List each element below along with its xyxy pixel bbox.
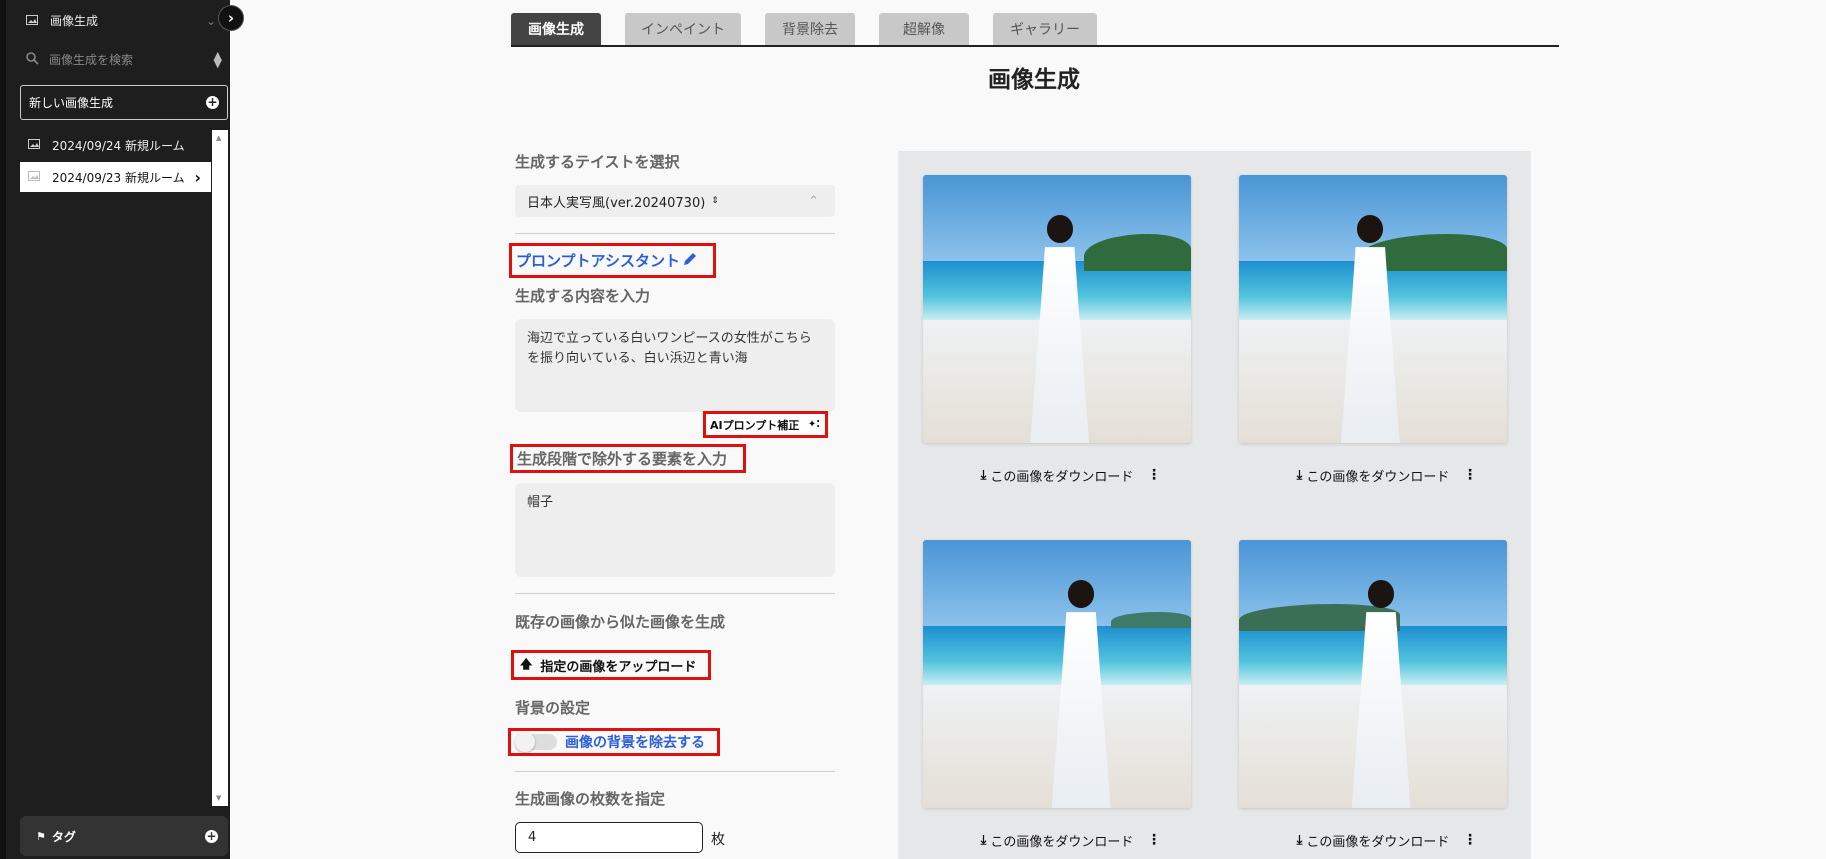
new-button-label: 新しい画像生成: [29, 96, 114, 110]
upload-label: 指定の画像をアップロード: [540, 659, 697, 675]
ai-fix-label: AIプロンプト補正: [710, 418, 800, 432]
count-unit: 枚: [711, 832, 725, 848]
room-label: 2024/09/24 新規ルーム: [52, 138, 185, 153]
remove-background-label: 画像の背景を除去する: [565, 735, 705, 751]
download-row: ⤓ この画像をダウンロード ⋮: [1239, 830, 1507, 850]
prompt-textarea[interactable]: 海辺で立っている白いワンピースの女性がこちらを振り向いている、白い浜辺と青い海: [515, 319, 835, 412]
tab-super-resolution[interactable]: 超解像: [879, 13, 969, 45]
sidebar-collapse-button[interactable]: ›: [218, 5, 244, 31]
sidebar-section-header[interactable]: 画像生成 ⌄: [26, 12, 216, 29]
download-link[interactable]: この画像をダウンロード: [990, 831, 1133, 850]
generated-image[interactable]: [1239, 175, 1507, 443]
download-link[interactable]: この画像をダウンロード: [990, 466, 1133, 485]
remove-background-toggle[interactable]: 画像の背景を除去する: [508, 728, 720, 756]
generated-image-gallery: ⤓ この画像をダウンロード ⋮ ⤓ この画像をダウンロード ⋮ ⤓ この画像をダ…: [898, 151, 1531, 859]
more-vert-icon[interactable]: ⋮: [1463, 832, 1477, 848]
tag-label: タグ: [51, 829, 76, 844]
pencil-icon: [682, 251, 698, 271]
exclude-section-title: 生成段階で除外する要素を入力: [510, 444, 746, 473]
room-item[interactable]: 2024/09/24 新規ルーム: [20, 130, 211, 160]
download-link[interactable]: この画像をダウンロード: [1306, 831, 1449, 850]
room-list: 2024/09/24 新規ルーム 2024/09/23 新規ルーム ›: [20, 130, 211, 806]
download-row: ⤓ この画像をダウンロード ⋮: [1239, 465, 1507, 485]
upload-icon: 🡅: [520, 656, 533, 671]
prompt-assistant-label: プロンプトアシスタント: [516, 252, 680, 270]
generated-image[interactable]: [923, 175, 1191, 443]
chevron-down-icon[interactable]: ⌄: [206, 14, 216, 28]
sidebar-section-label: 画像生成: [50, 14, 99, 28]
image-icon: [28, 170, 40, 184]
similar-section-title: 既存の画像から似た画像を生成: [515, 613, 726, 631]
exclude-title-text: 生成段階で除外する要素を入力: [517, 450, 728, 468]
tab-image-generation[interactable]: 画像生成: [511, 13, 601, 45]
content-section-title: 生成する内容を入力: [515, 287, 651, 305]
download-link[interactable]: この画像をダウンロード: [1306, 466, 1449, 485]
image-card: ⤓ この画像をダウンロード ⋮: [1239, 175, 1507, 485]
download-icon[interactable]: ⤓: [981, 468, 987, 483]
divider: [515, 771, 835, 772]
more-vert-icon[interactable]: ⋮: [1463, 467, 1477, 483]
image-card: ⤓ この画像をダウンロード ⋮: [1239, 540, 1507, 850]
download-row: ⤓ この画像をダウンロード ⋮: [923, 830, 1191, 850]
image-count-input[interactable]: 4: [515, 822, 703, 853]
more-vert-icon[interactable]: ⋮: [1147, 467, 1161, 483]
image-card: ⤓ この画像をダウンロード ⋮: [923, 175, 1191, 485]
ai-prompt-fix-button[interactable]: AIプロンプト補正 ✦⁚: [703, 411, 828, 438]
scroll-down-icon[interactable]: ▼: [216, 794, 221, 802]
chevron-right-icon[interactable]: ›: [194, 168, 201, 187]
tag-bar[interactable]: ⚑ タグ +: [20, 816, 228, 856]
generated-image[interactable]: [1239, 540, 1507, 808]
plus-circle-icon[interactable]: +: [205, 829, 218, 843]
image-icon: [28, 138, 40, 152]
image-card: ⤓ この画像をダウンロード ⋮: [923, 540, 1191, 850]
tool-tabs: 画像生成 インペイント 背景除去 超解像 ギャラリー: [511, 13, 1559, 47]
divider: [515, 233, 835, 234]
tag-icon: ⚑: [36, 829, 46, 843]
divider: [515, 593, 835, 594]
negative-prompt-textarea[interactable]: 帽子: [515, 483, 835, 577]
taste-select[interactable]: 日本人実写風(ver.20240730) ⇕ ⌃: [515, 185, 835, 217]
room-label: 2024/09/23 新規ルーム: [52, 170, 185, 185]
tab-gallery[interactable]: ギャラリー: [993, 13, 1097, 45]
scroll-up-icon[interactable]: ▲: [216, 134, 221, 142]
taste-select-value: 日本人実写風(ver.20240730): [527, 195, 706, 211]
room-item-active[interactable]: 2024/09/23 新規ルーム ›: [20, 162, 211, 192]
image-icon: [26, 14, 38, 28]
download-row: ⤓ この画像をダウンロード ⋮: [923, 465, 1191, 485]
chevron-up-icon: ⌃: [808, 193, 819, 209]
count-section-title: 生成画像の枚数を指定: [515, 790, 666, 808]
background-section-title: 背景の設定: [515, 699, 591, 717]
taste-section-title: 生成するテイストを選択: [515, 153, 680, 171]
upload-image-button[interactable]: 🡅 指定の画像をアップロード: [511, 650, 711, 680]
page-title: 画像生成: [988, 67, 1080, 93]
generated-image[interactable]: [923, 540, 1191, 808]
download-icon[interactable]: ⤓: [1297, 833, 1303, 848]
sort-icon: ⇕: [711, 196, 719, 206]
tab-background-removal[interactable]: 背景除去: [765, 13, 855, 45]
plus-circle-icon: +: [206, 95, 219, 109]
prompt-assistant-link[interactable]: プロンプトアシスタント: [509, 243, 716, 278]
room-list-scrollbar[interactable]: ▲ ▼: [212, 130, 228, 806]
toggle-switch[interactable]: [515, 732, 557, 752]
toggle-knob: [515, 732, 535, 752]
sparkle-icon: ✦⁚: [807, 419, 820, 430]
more-vert-icon[interactable]: ⋮: [1147, 832, 1161, 848]
sidebar: 画像生成 ⌄ 画像生成を検索 ▲ ▼ 新しい画像生成 + 2024/09/24 新…: [0, 0, 230, 859]
download-icon[interactable]: ⤓: [1297, 468, 1303, 483]
download-icon[interactable]: ⤓: [981, 833, 987, 848]
tab-inpaint[interactable]: インペイント: [625, 13, 741, 45]
